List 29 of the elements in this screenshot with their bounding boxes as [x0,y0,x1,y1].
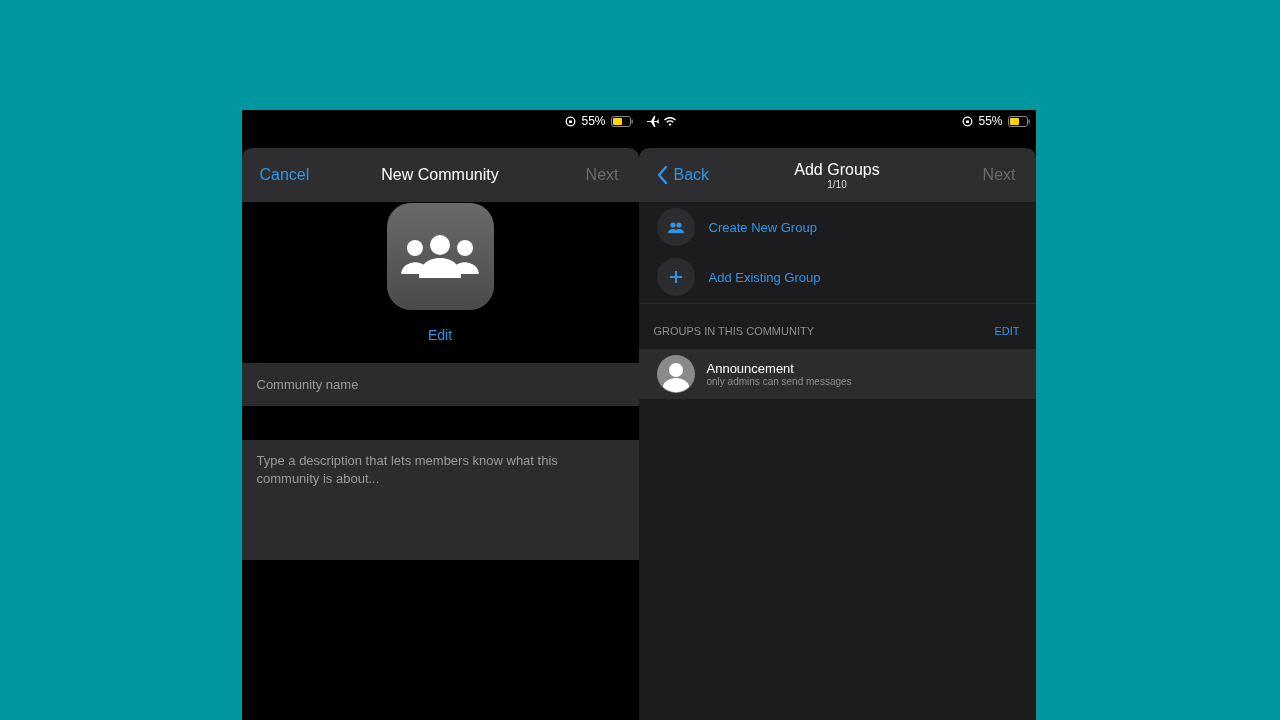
chevron-left-icon [656,166,668,184]
wifi-icon [663,116,676,126]
edit-groups-button[interactable]: EDIT [994,324,1020,337]
people-icon [667,221,684,233]
screen-title: New Community [381,166,499,184]
back-button[interactable]: Back [656,166,710,184]
plus-icon [669,271,682,283]
group-action-button[interactable]: Create New Group [638,202,1036,252]
group-subtitle: only admins can send messages [706,376,852,387]
rotation-lock-icon [565,115,577,127]
community-photo[interactable] [386,203,494,310]
edit-photo-button[interactable]: Edit [427,327,453,343]
screen-title: Add Groups [794,160,880,179]
group-name: Announcement [706,361,795,376]
description-field[interactable]: Type a description that lets members know what this community is about... [241,440,639,560]
battery-icon [610,115,633,127]
battery-percentage: 55% [978,114,1003,128]
people-icon [401,233,479,280]
rotation-lock-icon [962,115,974,127]
battery-icon [1007,115,1030,127]
battery-percentage: 55% [581,114,606,128]
section-header: GROUPS IN THIS COMMUNITY [653,324,816,337]
group-row[interactable]: Announcement only admins can send messages [638,349,1036,399]
group-action-button[interactable]: Add Existing Group [638,252,1036,302]
airplane-icon [646,115,659,127]
group-count: 1/10 [827,178,847,190]
avatar-icon [656,355,695,393]
cancel-button[interactable]: Cancel [259,166,310,184]
community-name-field[interactable]: Community name [241,363,639,406]
